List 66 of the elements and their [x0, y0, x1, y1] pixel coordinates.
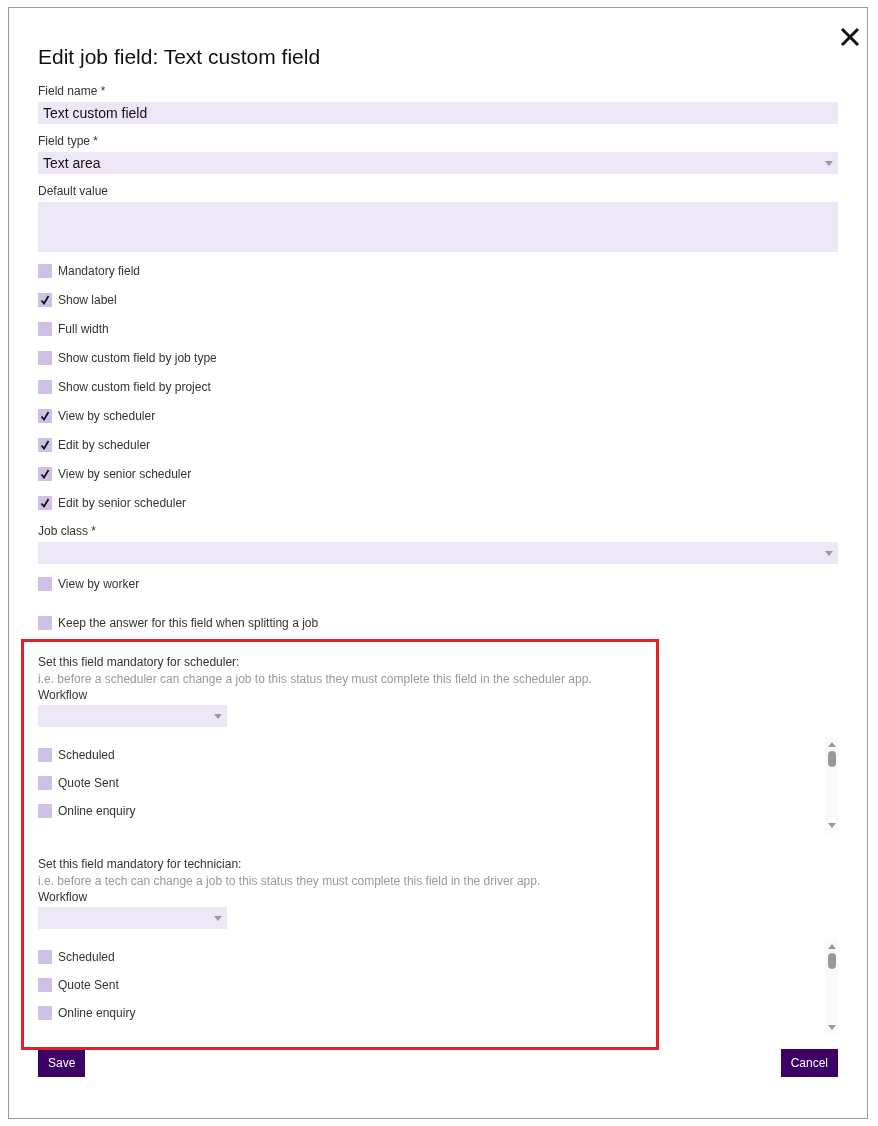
checkbox[interactable]: [38, 496, 52, 510]
caret-icon: [825, 160, 833, 166]
field-label: Workflow: [38, 890, 89, 904]
cancel-button[interactable]: Cancel: [780, 1049, 838, 1077]
checkbox[interactable]: [38, 264, 52, 278]
checkbox[interactable]: [38, 748, 52, 762]
checkbox-label: Show label: [58, 293, 117, 307]
checkbox-label: Show custom field by project: [58, 380, 211, 394]
checkbox[interactable]: [38, 1006, 52, 1020]
select-field[interactable]: [38, 542, 838, 564]
close-icon[interactable]: [840, 27, 860, 47]
checkbox-label: Show custom field by job type: [58, 351, 217, 365]
scrollbar-thumb[interactable]: [827, 751, 836, 767]
checkbox[interactable]: [38, 293, 52, 307]
field-label: Field name *: [38, 84, 107, 99]
hint-text: i.e. before a scheduler can change a job to this status they must complete this field in the scheduler app.: [38, 671, 593, 688]
checkbox-label: Online enquiry: [58, 804, 136, 818]
text-field[interactable]: Text custom field: [38, 102, 838, 124]
hint-text: i.e. before a tech can change a job to this status they must complete this field in the driver app.: [38, 873, 542, 890]
section-title: Set this field mandatory for technician:: [38, 857, 243, 873]
checkbox-label: Mandatory field: [58, 264, 141, 278]
workflow-select[interactable]: [38, 907, 227, 929]
checkbox-label: Full width: [58, 322, 109, 336]
checkbox[interactable]: [38, 577, 52, 591]
checkbox-label: View by worker: [58, 577, 140, 591]
checkbox-label: Quote Sent: [58, 776, 119, 790]
checkbox[interactable]: [38, 322, 52, 336]
checkbox[interactable]: [38, 616, 52, 630]
caret-icon: [214, 915, 222, 921]
scroll-down-icon[interactable]: [827, 823, 836, 828]
checkbox-label: View by senior scheduler: [58, 467, 192, 481]
scroll-up-icon[interactable]: [827, 742, 836, 747]
field-label: Workflow: [38, 688, 89, 702]
checkbox[interactable]: [38, 776, 52, 790]
checkbox[interactable]: [38, 351, 52, 365]
checkbox-label: View by scheduler: [58, 409, 156, 423]
scrollbar-thumb[interactable]: [827, 953, 836, 969]
checkbox[interactable]: [38, 804, 52, 818]
checkbox-label: Edit by senior scheduler: [58, 496, 187, 510]
field-label: Field type *: [38, 134, 100, 149]
section-title: Set this field mandatory for scheduler:: [38, 655, 241, 671]
checkbox-label: Scheduled: [58, 748, 115, 762]
workflow-select[interactable]: [38, 705, 227, 727]
field-label: Default value: [38, 184, 110, 199]
checkbox[interactable]: [38, 380, 52, 394]
checkbox[interactable]: [38, 438, 52, 452]
checkbox-label: Keep the answer for this field when splitting a job: [58, 616, 319, 630]
checkbox-label: Online enquiry: [58, 1006, 136, 1020]
scrollbar[interactable]: [825, 737, 838, 833]
caret-icon: [825, 550, 833, 556]
text-area[interactable]: [38, 202, 838, 252]
scrollbar[interactable]: [825, 939, 838, 1035]
scroll-down-icon[interactable]: [827, 1025, 836, 1030]
scroll-up-icon[interactable]: [827, 944, 836, 949]
checkbox-label: Scheduled: [58, 950, 115, 964]
checkbox[interactable]: [38, 950, 52, 964]
save-button[interactable]: Save: [38, 1049, 86, 1077]
dialog-title: Edit job field: Text custom field: [38, 44, 321, 70]
checkbox[interactable]: [38, 467, 52, 481]
checkbox-label: Quote Sent: [58, 978, 119, 992]
checkbox[interactable]: [38, 978, 52, 992]
checkbox[interactable]: [38, 409, 52, 423]
select-field[interactable]: Text area: [38, 152, 838, 174]
field-label: Job class *: [38, 524, 98, 539]
checkbox-label: Edit by scheduler: [58, 438, 151, 452]
caret-icon: [214, 713, 222, 719]
